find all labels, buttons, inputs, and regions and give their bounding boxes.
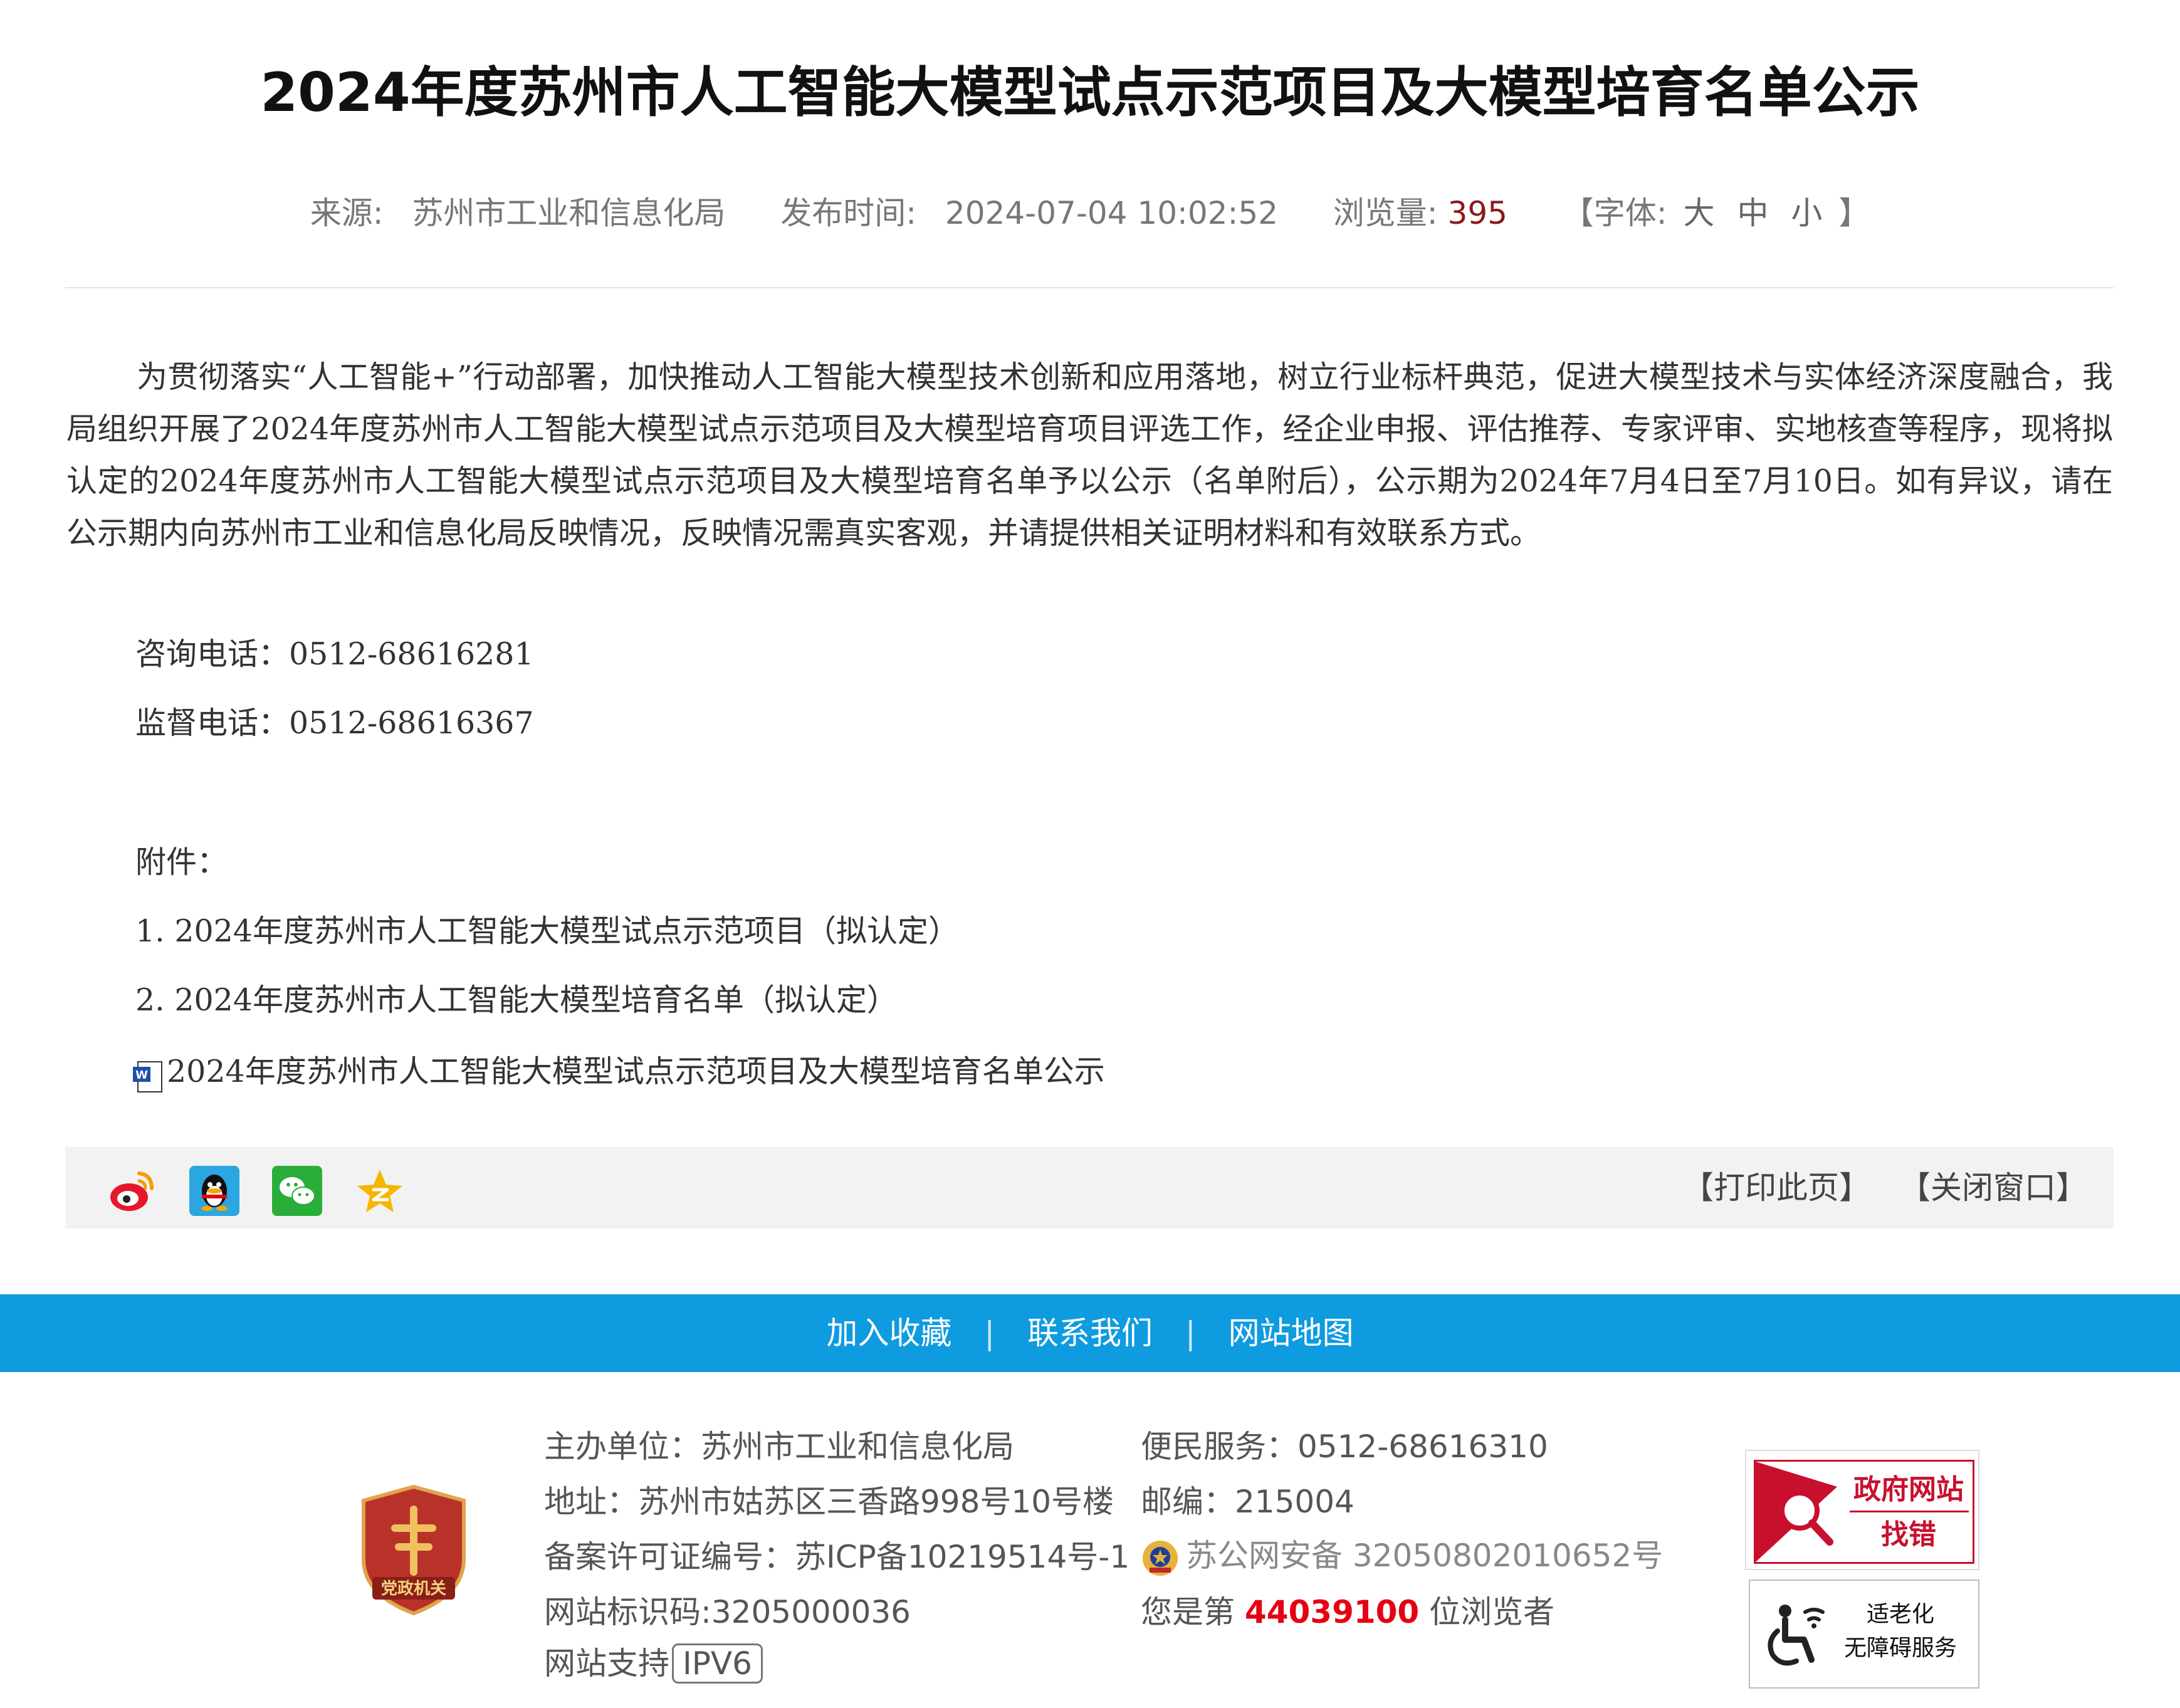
consult-phone: 咨询电话：0512-68616281 <box>135 636 534 672</box>
font-size-medium-button[interactable]: 中 <box>1737 188 1768 238</box>
attachment-item-2: 2. 2024年度苏州市人工智能大模型培育名单（拟认定） <box>135 982 898 1018</box>
party-gov-badge[interactable]: 党政机关 <box>357 1484 470 1616</box>
article-meta: 来源: 苏州市工业和信息化局 发布时间: 2024-07-04 10:02:52… <box>0 188 2180 238</box>
views-count: 395 <box>1447 195 1507 231</box>
source-value: 苏州市工业和信息化局 <box>412 195 726 231</box>
attachment-item-1: 1. 2024年度苏州市人工智能大模型试点示范项目（拟认定） <box>135 913 960 949</box>
title-divider <box>65 287 2114 288</box>
accessibility-icon <box>1766 1601 1829 1670</box>
views-label: 浏览量: <box>1333 195 1438 231</box>
weibo-icon[interactable] <box>107 1166 157 1216</box>
visitor-suffix: 位浏览者 <box>1429 1594 1555 1630</box>
gov-error-subtitle: 找错 <box>1881 1519 1936 1551</box>
close-window-button[interactable]: 【关闭窗口】 <box>1899 1169 2087 1207</box>
gov-error-title: 政府网站 <box>1853 1474 1964 1506</box>
attachment-file-link[interactable]: W 2024年度苏州市人工智能大模型试点示范项目及大模型培育名单公示 <box>133 1047 1105 1097</box>
attachment-file-name[interactable]: 2024年度苏州市人工智能大模型试点示范项目及大模型培育名单公示 <box>167 1054 1105 1089</box>
supervise-phone: 监督电话：0512-68616367 <box>135 705 534 741</box>
footer-icp[interactable]: 备案许可证编号：苏ICP备10219514号-1 <box>544 1538 1129 1576</box>
nav-separator: | <box>1185 1315 1196 1351</box>
footer-nav-bar: 加入收藏 | 联系我们 | 网站地图 <box>0 1294 2180 1372</box>
police-record-text[interactable]: 苏公网安备 32050802010652号 <box>1186 1538 1663 1574</box>
svg-text:W: W <box>135 1069 148 1082</box>
page-title: 2024年度苏州市人工智能大模型试点示范项目及大模型培育名单公示 <box>260 61 1920 124</box>
contact-us-link[interactable]: 联系我们 <box>1027 1294 1153 1372</box>
font-size-small-button[interactable]: 小 <box>1791 188 1822 238</box>
qq-icon[interactable] <box>189 1166 239 1216</box>
ipv6-badge: IPV6 <box>672 1643 763 1684</box>
footer-postcode: 邮编：215004 <box>1141 1484 1355 1520</box>
accessibility-line2: 无障碍服务 <box>1843 1635 1957 1661</box>
footer-visitor-counter: 您是第 44039100 位浏览者 <box>1141 1593 1554 1631</box>
share-toolbar: 【打印此页】 【关闭窗口】 <box>65 1147 2114 1229</box>
font-size-large-button[interactable]: 大 <box>1684 188 1715 238</box>
site-map-link[interactable]: 网站地图 <box>1229 1294 1354 1372</box>
wechat-icon[interactable] <box>272 1166 322 1216</box>
accessibility-line1: 适老化 <box>1866 1601 1934 1627</box>
article-body: 为贯彻落实“人工智能+”行动部署，加快推动人工智能大模型技术创新和应用落地，树立… <box>66 359 2113 551</box>
footer-address: 地址：苏州市姑苏区三香路998号10号楼 <box>544 1484 1114 1520</box>
footer-service-phone: 便民服务：0512-68616310 <box>1141 1428 1548 1465</box>
print-page-button[interactable]: 【打印此页】 <box>1682 1169 1870 1207</box>
footer-police-record[interactable]: 苏公网安备 32050802010652号 <box>1141 1537 1663 1578</box>
attachments-label: 附件： <box>135 844 228 880</box>
ipv6-prefix: 网站支持 <box>544 1645 669 1682</box>
nav-separator: | <box>984 1315 995 1351</box>
party-badge-text: 党政机关 <box>380 1580 446 1598</box>
font-size-label-close: 】 <box>1838 195 1870 231</box>
visitor-count: 44039100 <box>1244 1594 1420 1630</box>
date-value: 2024-07-04 10:02:52 <box>945 195 1278 231</box>
footer-site-code: 网站标识码:3205000036 <box>544 1594 911 1630</box>
word-doc-icon: W <box>133 1058 163 1092</box>
gov-site-error-report-badge[interactable]: 政府网站 找错 <box>1745 1450 1979 1570</box>
date-label: 发布时间: <box>780 195 917 231</box>
police-emblem-icon <box>1141 1539 1180 1578</box>
accessibility-service-badge[interactable]: 适老化 无障碍服务 <box>1749 1580 1979 1689</box>
footer-host: 主办单位：苏州市工业和信息化局 <box>544 1428 1014 1465</box>
add-favorite-link[interactable]: 加入收藏 <box>826 1294 951 1372</box>
source-label: 来源: <box>310 195 384 231</box>
footer-ipv6: 网站支持 IPV6 <box>544 1643 763 1684</box>
visitor-prefix: 您是第 <box>1141 1594 1235 1630</box>
font-size-label-open: 【字体: <box>1562 195 1667 231</box>
qzone-icon[interactable] <box>355 1166 405 1216</box>
